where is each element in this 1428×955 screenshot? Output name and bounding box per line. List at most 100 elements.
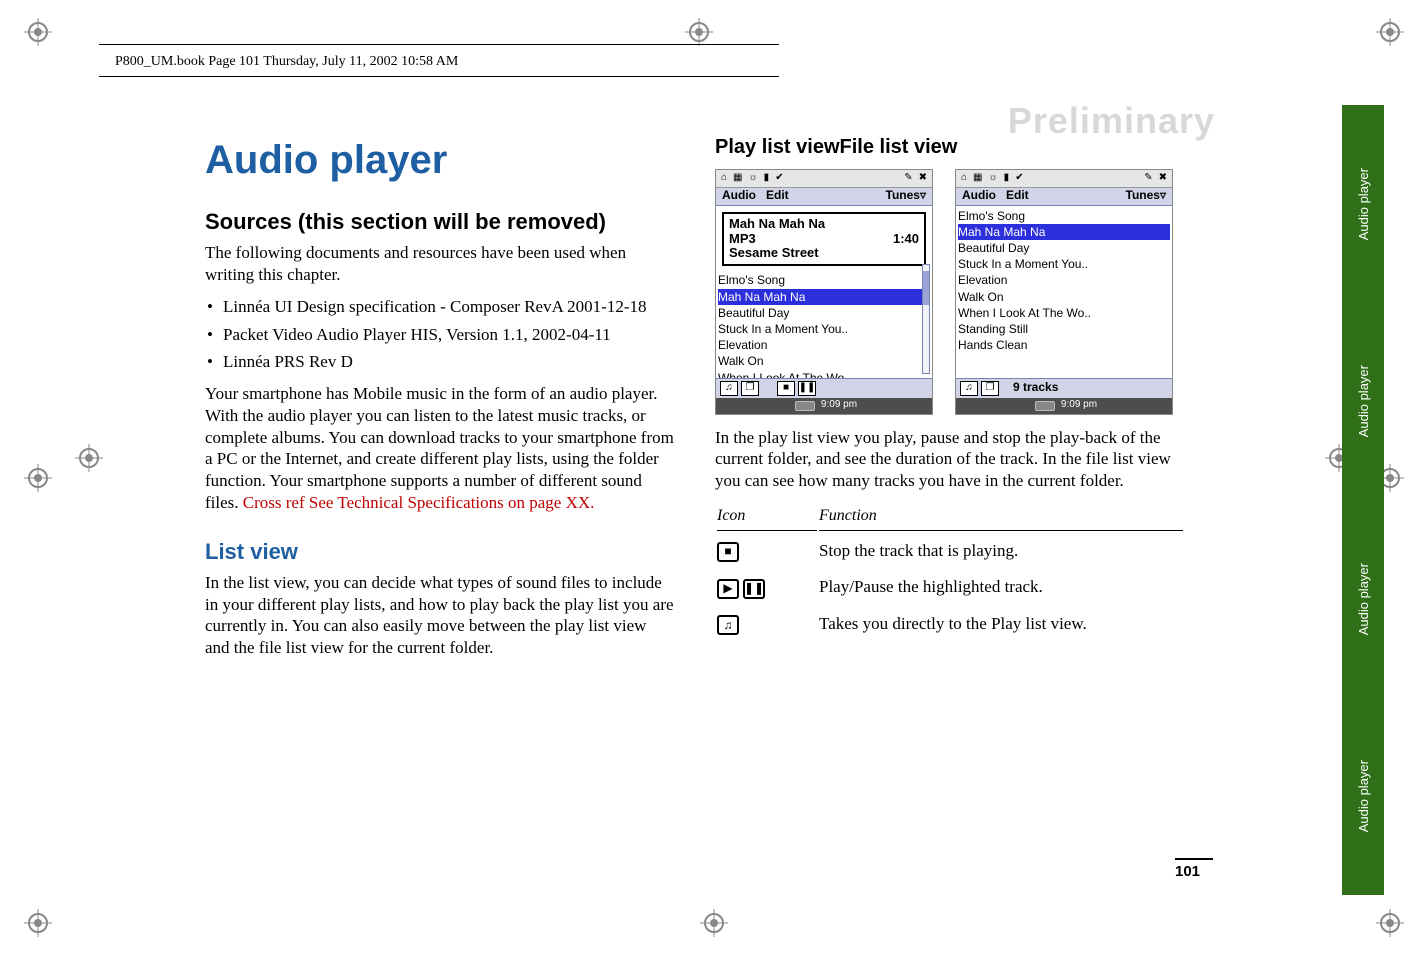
track-list: Elmo's SongMah Na Mah NaBeautiful DayStu…: [956, 206, 1172, 354]
phone-footer: 9:09 pm: [716, 398, 932, 414]
function-cell: Takes you directly to the Play list view…: [819, 607, 1183, 642]
scrollbar: [922, 264, 930, 374]
list-item: Mah Na Mah Na: [958, 224, 1170, 240]
status-icon: ✖: [919, 172, 927, 185]
menu-tunes: Tunes: [886, 188, 920, 202]
play-icon: ▶: [717, 579, 739, 599]
scrollbar-thumb: [923, 271, 929, 305]
status-icon: ✖: [1159, 172, 1167, 185]
spine-tabs: Audio player Audio player Audio player A…: [1342, 105, 1384, 895]
icon-cell: ▶❚❚: [717, 570, 817, 605]
heading-views: Play list viewFile list view: [715, 135, 1185, 161]
list-item: Walk On: [718, 353, 930, 369]
heading-list-view: List view: [205, 538, 675, 566]
register-mark-icon: [700, 909, 728, 937]
phone-menu-bar: Audio Edit Tunes▿: [716, 188, 932, 206]
doc-icon: ❐: [741, 381, 759, 396]
list-item: Elmo's Song: [958, 208, 1170, 224]
list-item: When I Look At The Wo..: [718, 370, 930, 378]
np-type: MP3: [729, 232, 756, 247]
list-item: Stuck In a Moment You..: [718, 321, 930, 337]
running-head: P800_UM.book Page 101 Thursday, July 11,…: [115, 54, 458, 70]
status-icon: ✎: [1144, 172, 1152, 185]
icon-cell: ♫: [717, 607, 817, 642]
dropdown-icon: ▿: [920, 188, 926, 202]
table-header-function: Function: [819, 504, 1183, 531]
function-cell: Play/Pause the highlighted track.: [819, 570, 1183, 605]
status-icon: ✎: [904, 172, 912, 185]
column-left: Audio player Sources (this section will …: [205, 135, 675, 669]
menu-edit: Edit: [1006, 188, 1029, 202]
np-artist: Sesame Street: [729, 246, 919, 261]
table-row: ♫ Takes you directly to the Play list vi…: [717, 607, 1183, 642]
phone-menu-bar: Audio Edit Tunes▿: [956, 188, 1172, 206]
table-header-icon: Icon: [717, 504, 817, 531]
screenshots-row: ⌂ ▦ ☼ ▮ ✔ ✎ ✖ Audio Edit Tunes▿: [715, 169, 1185, 415]
status-icon: ☼: [749, 172, 758, 185]
register-mark-icon: [24, 464, 52, 492]
list-item: Elevation: [958, 272, 1170, 288]
status-icon: ▮: [1004, 172, 1010, 185]
list-item: Stuck In a Moment You..: [958, 256, 1170, 272]
list-item: Hands Clean: [958, 337, 1170, 353]
bullet-item: Linnéa UI Design specification - Compose…: [205, 296, 675, 318]
spine-tab-label: Audio player: [1356, 563, 1371, 635]
function-cell: Stop the track that is playing.: [819, 533, 1183, 568]
list-item: Beautiful Day: [958, 240, 1170, 256]
menu-audio: Audio: [962, 188, 996, 202]
register-mark-icon: [1376, 909, 1404, 937]
table-row: ▶❚❚ Play/Pause the highlighted track.: [717, 570, 1183, 605]
track-count: 9 tracks: [1013, 380, 1058, 395]
keyboard-icon: [795, 401, 815, 411]
stop-icon: ■: [717, 542, 739, 562]
pause-icon: ❚❚: [743, 579, 765, 599]
status-icon: ☼: [989, 172, 998, 185]
doc-icon: ❐: [981, 381, 999, 396]
status-icon: ▮: [764, 172, 770, 185]
status-icon: ▦: [733, 172, 742, 185]
status-icon: ✔: [775, 172, 783, 185]
bullet-item: Packet Video Audio Player HIS, Version 1…: [205, 324, 675, 346]
clock: 9:09 pm: [1061, 399, 1097, 412]
register-mark-icon: [24, 18, 52, 46]
page-number: 101: [1175, 858, 1213, 880]
note-icon: ♫: [720, 381, 738, 396]
register-mark-icon: [1376, 18, 1404, 46]
register-mark-icon: [24, 909, 52, 937]
list-item: Elmo's Song: [718, 272, 930, 288]
list-item: Elevation: [718, 337, 930, 353]
heading-sources: Sources (this section will be removed): [205, 208, 675, 236]
paragraph: In the play list view you play, pause an…: [715, 427, 1185, 492]
menu-tunes: Tunes: [1126, 188, 1160, 202]
phone-footer: 9:09 pm: [956, 398, 1172, 414]
keyboard-icon: [1035, 401, 1055, 411]
column-right: Play list viewFile list view ⌂ ▦ ☼ ▮ ✔ ✎…: [715, 135, 1185, 669]
paragraph: Your smartphone has Mobile music in the …: [205, 383, 675, 514]
stop-icon: ■: [777, 381, 795, 396]
pause-icon: ❚❚: [798, 381, 816, 396]
dropdown-icon: ▿: [1160, 188, 1166, 202]
status-icon: ▦: [973, 172, 982, 185]
chapter-title: Audio player: [205, 135, 675, 186]
status-icon: ⌂: [721, 172, 727, 185]
status-icon: ✔: [1015, 172, 1023, 185]
page: P800_UM.book Page 101 Thursday, July 11,…: [85, 40, 1285, 910]
list-item: Mah Na Mah Na: [718, 289, 930, 305]
menu-edit: Edit: [766, 188, 789, 202]
list-item: When I Look At The Wo..: [958, 305, 1170, 321]
now-playing-box: Mah Na Mah Na MP31:40 Sesame Street: [722, 212, 926, 267]
icon-function-table: Icon Function ■ Stop the track that is p…: [715, 502, 1185, 644]
note-icon: ♫: [960, 381, 978, 396]
spine-tab-label: Audio player: [1356, 365, 1371, 437]
spine-tab-label: Audio player: [1356, 760, 1371, 832]
list-item: Standing Still: [958, 321, 1170, 337]
phone-status-bar: ⌂ ▦ ☼ ▮ ✔ ✎ ✖: [956, 170, 1172, 188]
menu-audio: Audio: [722, 188, 756, 202]
status-icon: ⌂: [961, 172, 967, 185]
bullet-item: Linnéa PRS Rev D: [205, 351, 675, 373]
phone-toolbar: ♫ ❐ 9 tracks: [956, 378, 1172, 398]
paragraph: In the list view, you can decide what ty…: [205, 572, 675, 659]
bullet-list: Linnéa UI Design specification - Compose…: [205, 296, 675, 373]
icon-cell: ■: [717, 533, 817, 568]
phone-toolbar: ♫ ❐ ■ ❚❚: [716, 378, 932, 398]
